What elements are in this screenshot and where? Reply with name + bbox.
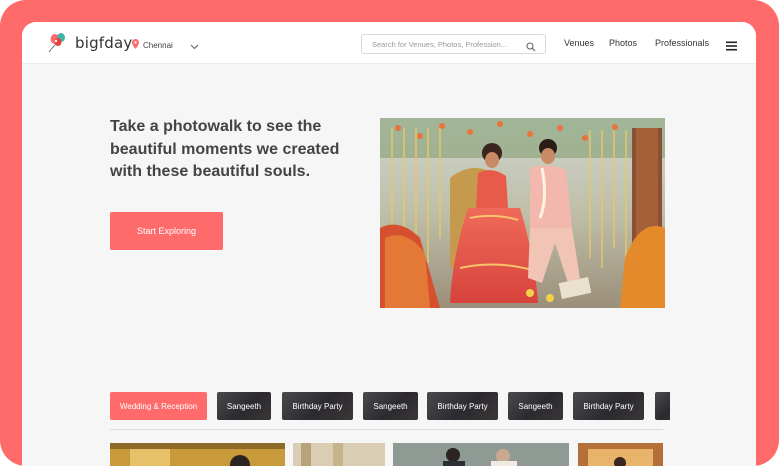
tab-sangeeth[interactable]: Sangeeth	[508, 392, 563, 420]
location-pin-icon	[132, 36, 139, 54]
logo-wordmark: bigfday	[75, 34, 133, 52]
tabs-divider	[110, 429, 663, 430]
category-tabs: Wedding & Reception Sangeeth Birthday Pa…	[110, 392, 670, 420]
tab-birthday-party[interactable]: Birthday Party	[427, 392, 498, 420]
gallery-thumbnail[interactable]	[110, 443, 285, 466]
gallery-thumbnail[interactable]	[393, 443, 569, 466]
nav-venues[interactable]: Venues	[564, 38, 594, 48]
site-logo[interactable]: bigfday	[46, 32, 132, 54]
search-icon[interactable]	[526, 39, 536, 57]
search-box	[361, 34, 546, 54]
start-exploring-button[interactable]: Start Exploring	[110, 212, 223, 250]
device-frame: bigfday Chennai Search for Venues, Photo…	[0, 0, 779, 466]
site-header: bigfday Chennai Search for Venues, Photo…	[22, 22, 756, 64]
tab-sangeeth[interactable]: Sangeeth	[217, 392, 271, 420]
tab-birthday-party[interactable]: Birthday Party	[573, 392, 644, 420]
browser-viewport: bigfday Chennai Search for Venues, Photo…	[22, 22, 756, 466]
hero-wedding-photo	[380, 118, 665, 308]
tab-wedding-reception[interactable]: Wedding & Reception	[110, 392, 207, 420]
tab-birthday-party[interactable]: Birthday Party	[282, 392, 353, 420]
city-selector[interactable]: Chennai	[132, 36, 173, 54]
nav-photos[interactable]: Photos	[609, 38, 637, 48]
gallery-thumbnail[interactable]	[578, 443, 663, 466]
tab-overflow[interactable]	[655, 392, 670, 420]
chevron-down-icon[interactable]	[190, 37, 199, 55]
search-input[interactable]	[372, 38, 520, 51]
tab-sangeeth[interactable]: Sangeeth	[363, 392, 418, 420]
nav-professionals[interactable]: Professionals	[655, 38, 709, 48]
gallery-thumbnail[interactable]	[293, 443, 385, 466]
hero-title: Take a photowalk to see the beautiful mo…	[110, 118, 340, 180]
balloons-logo-icon	[46, 32, 70, 54]
hamburger-menu-icon[interactable]	[726, 38, 737, 56]
city-label: Chennai	[143, 40, 173, 50]
